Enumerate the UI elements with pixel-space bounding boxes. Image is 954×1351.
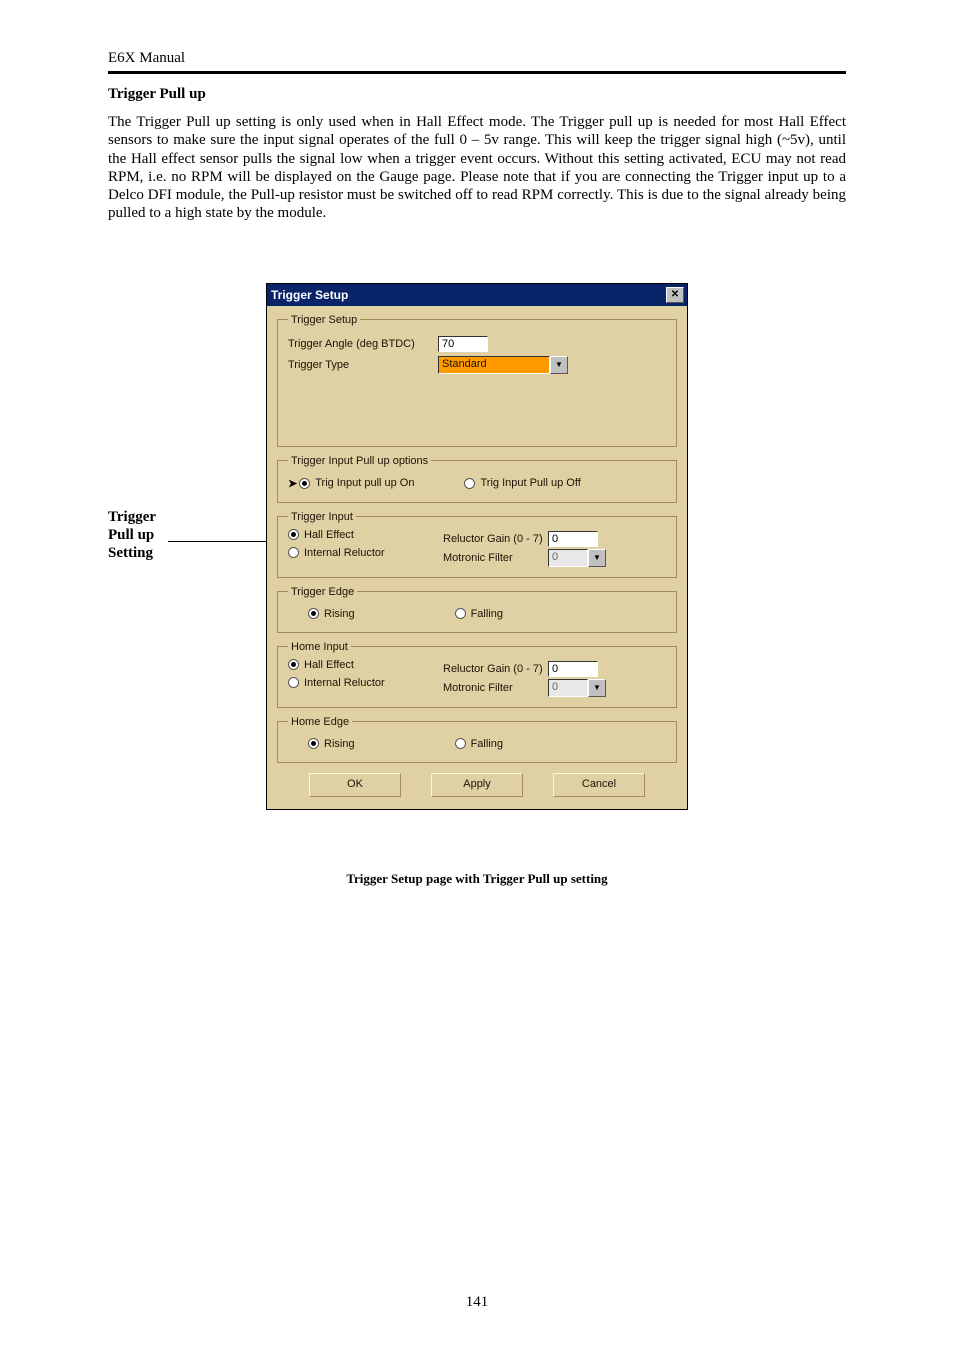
- radio-dot-icon: [455, 738, 466, 749]
- group-home-edge: Home Edge Rising Falling: [277, 716, 677, 763]
- radio-trigger-reluctor[interactable]: Internal Reluctor: [288, 547, 423, 559]
- radio-trigger-edge-rising[interactable]: Rising: [308, 608, 355, 620]
- radio-home-edge-rising[interactable]: Rising: [308, 738, 355, 750]
- chevron-down-icon[interactable]: ▼: [588, 679, 606, 697]
- callout-line2: Pull up: [108, 527, 154, 543]
- label-trigger-angle: Trigger Angle (deg BTDC): [288, 338, 438, 350]
- select-trigger-filter[interactable]: 0 ▼: [548, 549, 606, 567]
- radio-trigger-hall[interactable]: Hall Effect: [288, 529, 423, 541]
- callout-line3: Setting: [108, 545, 153, 561]
- chevron-down-icon[interactable]: ▼: [588, 549, 606, 567]
- group-pullup-options: Trigger Input Pull up options ➤ Trig Inp…: [277, 455, 677, 503]
- radio-pullup-on[interactable]: Trig Input pull up On: [299, 477, 414, 489]
- radio-dot-icon: [308, 608, 319, 619]
- close-icon: ✕: [671, 290, 679, 300]
- legend-trigger-setup: Trigger Setup: [288, 314, 360, 326]
- trigger-setup-dialog: Trigger Setup ✕ Trigger Setup Trigger An…: [266, 283, 688, 810]
- select-trigger-type[interactable]: Standard ▼: [438, 356, 568, 374]
- callout-arrow-icon: ➤: [288, 477, 297, 490]
- radio-pullup-off[interactable]: Trig Input Pull up Off: [464, 477, 580, 489]
- radio-trigger-edge-falling[interactable]: Falling: [455, 608, 503, 620]
- callout-label: Trigger Pull up Setting: [108, 508, 238, 562]
- input-home-gain[interactable]: [548, 661, 598, 677]
- radio-pullup-off-label: Trig Input Pull up Off: [480, 477, 580, 489]
- radio-dot-icon: [464, 478, 475, 489]
- radio-home-edge-falling-label: Falling: [471, 738, 503, 750]
- input-trigger-angle[interactable]: [438, 336, 488, 352]
- legend-home-input: Home Input: [288, 641, 351, 653]
- radio-home-edge-falling[interactable]: Falling: [455, 738, 503, 750]
- section-title: Trigger Pull up: [108, 86, 846, 103]
- running-head: E6X Manual: [108, 50, 846, 67]
- close-button[interactable]: ✕: [666, 287, 684, 303]
- cancel-button[interactable]: Cancel: [553, 773, 645, 797]
- label-trigger-gain: Reluctor Gain (0 - 7): [443, 533, 548, 545]
- select-trigger-filter-value: 0: [548, 549, 588, 567]
- select-home-filter-value: 0: [548, 679, 588, 697]
- label-home-gain: Reluctor Gain (0 - 7): [443, 663, 548, 675]
- callout-line1: Trigger: [108, 509, 156, 525]
- figure-caption: Trigger Setup page with Trigger Pull up …: [108, 871, 846, 887]
- figure-wrap: Trigger Pull up Setting Trigger Setup ✕ …: [108, 283, 846, 903]
- label-trigger-filter: Motronic Filter: [443, 552, 548, 564]
- legend-pullup: Trigger Input Pull up options: [288, 455, 431, 467]
- radio-home-reluctor-label: Internal Reluctor: [304, 677, 385, 689]
- radio-trigger-hall-label: Hall Effect: [304, 529, 354, 541]
- group-trigger-edge: Trigger Edge Rising Falling: [277, 586, 677, 633]
- header-rule: [108, 71, 846, 74]
- radio-dot-icon: [288, 677, 299, 688]
- radio-home-hall-label: Hall Effect: [304, 659, 354, 671]
- radio-home-reluctor[interactable]: Internal Reluctor: [288, 677, 423, 689]
- radio-dot-icon: [288, 659, 299, 670]
- radio-trigger-edge-falling-label: Falling: [471, 608, 503, 620]
- radio-dot-icon: [288, 547, 299, 558]
- radio-dot-icon: [299, 478, 310, 489]
- button-row: OK Apply Cancel: [277, 773, 677, 797]
- radio-trigger-reluctor-label: Internal Reluctor: [304, 547, 385, 559]
- legend-trigger-edge: Trigger Edge: [288, 586, 357, 598]
- legend-home-edge: Home Edge: [288, 716, 352, 728]
- dialog-title: Trigger Setup: [271, 288, 348, 302]
- dialog-titlebar: Trigger Setup ✕: [267, 284, 687, 306]
- radio-dot-icon: [308, 738, 319, 749]
- legend-trigger-input: Trigger Input: [288, 511, 356, 523]
- radio-pullup-on-label: Trig Input pull up On: [315, 477, 414, 489]
- body-paragraph: The Trigger Pull up setting is only used…: [108, 113, 846, 223]
- group-trigger-input: Trigger Input Hall Effect Internal Reluc…: [277, 511, 677, 578]
- page-number: 141: [0, 1294, 954, 1311]
- radio-home-edge-rising-label: Rising: [324, 738, 355, 750]
- radio-trigger-edge-rising-label: Rising: [324, 608, 355, 620]
- group-home-input: Home Input Hall Effect Internal Reluctor: [277, 641, 677, 708]
- select-home-filter[interactable]: 0 ▼: [548, 679, 606, 697]
- group-trigger-setup: Trigger Setup Trigger Angle (deg BTDC) T…: [277, 314, 677, 447]
- select-trigger-type-value: Standard: [438, 356, 550, 374]
- label-trigger-type: Trigger Type: [288, 359, 438, 371]
- input-trigger-gain[interactable]: [548, 531, 598, 547]
- label-home-filter: Motronic Filter: [443, 682, 548, 694]
- radio-home-hall[interactable]: Hall Effect: [288, 659, 423, 671]
- dialog-body: Trigger Setup Trigger Angle (deg BTDC) T…: [267, 306, 687, 809]
- radio-dot-icon: [288, 529, 299, 540]
- chevron-down-icon[interactable]: ▼: [550, 356, 568, 374]
- ok-button[interactable]: OK: [309, 773, 401, 797]
- apply-button[interactable]: Apply: [431, 773, 523, 797]
- radio-dot-icon: [455, 608, 466, 619]
